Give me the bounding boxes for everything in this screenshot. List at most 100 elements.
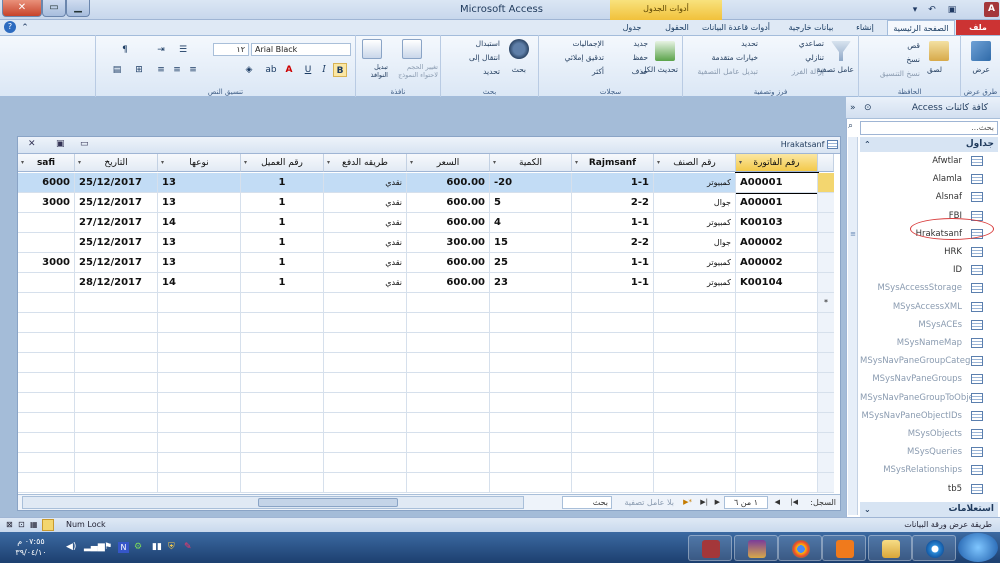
cell-qty[interactable]: -20 <box>490 173 572 193</box>
font-name-box[interactable]: Arial Black <box>251 43 351 56</box>
cell-payment[interactable] <box>324 313 407 333</box>
taskbar-chrome-app[interactable] <box>778 535 822 561</box>
cell-payment[interactable] <box>324 473 407 493</box>
document-tab-title[interactable]: Hrakatsanf <box>781 140 838 149</box>
totals-button[interactable]: الإجماليات <box>572 39 604 48</box>
cell-date[interactable] <box>75 333 158 353</box>
cell-payment[interactable]: نقدي <box>324 193 407 213</box>
nav-item-table[interactable]: MSysNavPaneGroupToObje... <box>860 389 988 407</box>
nav-section-tables[interactable]: جداول ⌃ <box>860 137 998 152</box>
nav-item-table[interactable]: MSysNavPaneObjectIDs <box>860 407 988 425</box>
cell-item[interactable] <box>654 413 736 433</box>
new-record-row[interactable]: * <box>0 293 840 313</box>
bullets-icon[interactable]: ☰ <box>176 43 190 57</box>
cell-item[interactable] <box>654 353 736 373</box>
column-dropdown-icon[interactable]: ▾ <box>161 154 164 172</box>
cell-item[interactable]: كمبيوتر <box>654 253 736 273</box>
cell-item[interactable]: كمبيوتر <box>654 273 736 293</box>
tab-fields[interactable]: الحقول <box>660 20 694 35</box>
copy-button[interactable]: نسخ <box>906 55 920 64</box>
column-dropdown-icon[interactable]: ▾ <box>78 154 81 172</box>
indent-icon[interactable]: ⇥ <box>154 43 168 57</box>
maximize-window-button[interactable]: ▭ <box>42 0 66 17</box>
cell-safi[interactable] <box>18 373 75 393</box>
format-painter-button[interactable]: نسخ التنسيق <box>880 69 920 78</box>
last-record-icon[interactable]: ▶| <box>700 495 708 510</box>
pivot-chart-icon[interactable]: ⊡ <box>18 518 25 532</box>
record-selector[interactable] <box>818 273 834 293</box>
cell-customer[interactable] <box>241 373 324 393</box>
cell-qty[interactable] <box>490 293 572 313</box>
cell-date[interactable] <box>75 433 158 453</box>
cell-invoice[interactable]: K00104 <box>736 273 818 293</box>
cell-price[interactable] <box>407 333 490 353</box>
cell-price[interactable]: 300.00 <box>407 233 490 253</box>
cell-item[interactable]: كمبيوتر <box>654 213 736 233</box>
gridlines-icon[interactable]: ⊞ <box>132 63 146 77</box>
record-selector[interactable] <box>818 173 834 193</box>
tab-external-data[interactable]: بيانات خارجية <box>778 20 844 35</box>
cell-item[interactable] <box>654 453 736 473</box>
cell-price[interactable] <box>407 313 490 333</box>
nav-item-table[interactable]: Alamla <box>860 170 988 188</box>
nav-item-table[interactable]: ID <box>860 261 988 279</box>
cell-customer[interactable]: 1 <box>241 273 324 293</box>
cell-qty[interactable]: 15 <box>490 233 572 253</box>
align-right-icon[interactable]: ≡ <box>186 63 200 77</box>
cell-type[interactable] <box>158 333 241 353</box>
column-dropdown-icon[interactable]: ▾ <box>410 154 413 172</box>
cell-price[interactable] <box>407 473 490 493</box>
cell-invoice[interactable] <box>736 393 818 413</box>
background-color-icon[interactable]: ◈ <box>242 63 256 77</box>
cell-safi[interactable] <box>18 213 75 233</box>
taskbar-explorer-app[interactable] <box>868 535 912 561</box>
cell-qty[interactable] <box>490 313 572 333</box>
column-header[interactable]: طريقه الدفع ▾ <box>324 154 407 172</box>
cell-customer[interactable]: 1 <box>241 253 324 273</box>
tab-home[interactable]: الصفحة الرئيسية <box>887 20 955 35</box>
cell-customer[interactable]: 1 <box>241 193 324 213</box>
nav-menu-dropdown-icon[interactable]: ⊙ <box>864 97 872 119</box>
nav-pane-header[interactable]: كافة كائنات Access « ⊙ <box>846 97 1000 119</box>
sort-ascending-button[interactable]: تصاعدي <box>799 39 824 48</box>
cell-qty[interactable] <box>490 333 572 353</box>
cell-invoice[interactable]: A00001 <box>736 193 818 213</box>
cell-safi[interactable] <box>18 413 75 433</box>
network-icon[interactable]: ▂▄▆ <box>84 542 105 552</box>
cell-price[interactable] <box>407 453 490 473</box>
nav-item-table[interactable]: MSysRelationships <box>860 461 988 479</box>
selection-button[interactable]: تحديد <box>741 39 758 48</box>
select-button[interactable]: تحديد <box>483 67 500 76</box>
delete-record-button[interactable]: حذف <box>632 67 648 76</box>
toggle-filter-button[interactable]: تبديل عامل التصفية <box>698 67 759 76</box>
empty-row[interactable] <box>0 473 840 493</box>
cell-item[interactable] <box>654 293 736 313</box>
table-row[interactable]: K00104 كمبيوتر 1-1 23 600.00 نقدي 1 14 28/12/201… <box>0 273 840 293</box>
nav-item-table[interactable]: MSysQueries <box>860 443 988 461</box>
cell-customer[interactable] <box>241 333 324 353</box>
column-dropdown-icon[interactable]: ▾ <box>739 154 742 172</box>
empty-row[interactable] <box>0 313 840 333</box>
sort-descending-button[interactable]: تنازلي <box>805 53 824 62</box>
nav-item-table[interactable]: Afwtlar <box>860 152 988 170</box>
cell-rajmsanf[interactable] <box>572 393 654 413</box>
column-header[interactable]: نوعها ▾ <box>158 154 241 172</box>
cell-payment[interactable]: نقدي <box>324 173 407 193</box>
cell-qty[interactable] <box>490 453 572 473</box>
record-selector[interactable] <box>818 393 834 413</box>
cell-payment[interactable]: نقدي <box>324 253 407 273</box>
cell-invoice[interactable] <box>736 333 818 353</box>
cell-price[interactable] <box>407 413 490 433</box>
column-header[interactable]: الكمية ▾ <box>490 154 572 172</box>
cell-date[interactable]: 27/12/2017 <box>75 213 158 233</box>
refresh-all-icon[interactable] <box>655 41 675 61</box>
cell-invoice[interactable] <box>736 293 818 313</box>
ribbon-collapse-icon[interactable]: ⌃ <box>18 21 32 35</box>
table-row[interactable]: A00001 جوال 2-2 5 600.00 نقدي 1 13 25/12/2017 300… <box>0 193 840 213</box>
cell-rajmsanf[interactable] <box>572 453 654 473</box>
record-selector[interactable] <box>818 433 834 453</box>
cell-safi[interactable] <box>18 293 75 313</box>
cell-price[interactable]: 600.00 <box>407 253 490 273</box>
record-selector[interactable] <box>818 213 834 233</box>
cell-qty[interactable]: 23 <box>490 273 572 293</box>
